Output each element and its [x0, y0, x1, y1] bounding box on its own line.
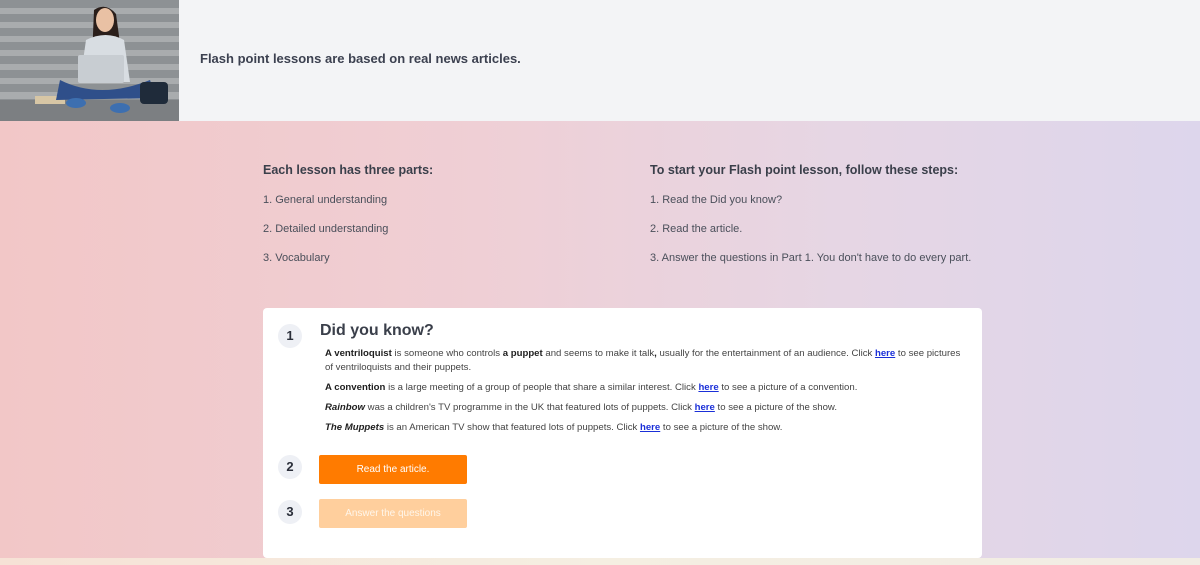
- did-you-know-facts: A ventriloquist is someone who controls …: [325, 347, 965, 441]
- fact-text: to see a picture of the show.: [660, 422, 783, 433]
- lesson-parts-heading: Each lesson has three parts:: [263, 163, 434, 177]
- here-link-muppets[interactable]: here: [640, 422, 660, 433]
- step-number-3: 3: [278, 500, 302, 524]
- fact-rainbow: Rainbow was a children's TV programme in…: [325, 401, 965, 415]
- lesson-parts-column: Each lesson has three parts: 1. General …: [263, 163, 623, 281]
- lesson-step-item: 1. Read the Did you know?: [650, 194, 783, 206]
- fact-text: and seems to make it talk: [542, 348, 655, 359]
- lesson-part-item: 3. Vocabulary: [263, 252, 330, 264]
- here-link-ventriloquist[interactable]: here: [875, 348, 895, 359]
- read-article-button[interactable]: Read the article.: [319, 455, 467, 484]
- fact-term: a puppet: [502, 348, 543, 359]
- fact-term: The Muppets: [325, 422, 385, 433]
- lesson-steps-heading: To start your Flash point lesson, follow…: [650, 163, 959, 177]
- lesson-part-item: 1. General understanding: [263, 194, 388, 206]
- lesson-step-item: 3. Answer the questions in Part 1. You d…: [650, 252, 972, 264]
- lesson-step-item: 2. Read the article.: [650, 223, 743, 235]
- here-link-rainbow[interactable]: here: [695, 402, 715, 413]
- fact-text: usually for the entertainment of an audi…: [656, 348, 875, 359]
- bottom-strip: [0, 558, 1200, 565]
- header-intro-text: Flash point lessons are based on real ne…: [200, 51, 521, 66]
- fact-ventriloquist: A ventriloquist is someone who controls …: [325, 347, 965, 375]
- fact-text: is an American TV show that featured lot…: [384, 422, 640, 433]
- fact-text: to see a picture of a convention.: [718, 382, 858, 393]
- fact-text: to see a picture of the show.: [714, 402, 837, 413]
- here-link-convention[interactable]: here: [698, 382, 718, 393]
- answer-questions-button[interactable]: Answer the questions: [319, 499, 467, 528]
- lesson-steps-card: 1 Did you know? A ventriloquist is someo…: [263, 308, 982, 558]
- page-header: Flash point lessons are based on real ne…: [0, 0, 1200, 121]
- fact-text: is a large meeting of a group of people …: [385, 382, 699, 393]
- did-you-know-title: Did you know?: [320, 322, 434, 339]
- fact-muppets: The Muppets is an American TV show that …: [325, 421, 965, 435]
- step-number-1: 1: [278, 324, 302, 348]
- lesson-steps-column: To start your Flash point lesson, follow…: [650, 163, 1010, 281]
- fact-convention: A convention is a large meeting of a gro…: [325, 381, 965, 395]
- fact-term: Rainbow: [325, 402, 365, 413]
- fact-term: A convention: [325, 382, 386, 393]
- person-with-laptop-photo: [0, 0, 179, 121]
- fact-term: A ventriloquist: [325, 348, 392, 359]
- fact-text: is someone who controls: [391, 348, 503, 359]
- fact-text: was a children's TV programme in the UK …: [364, 402, 695, 413]
- lesson-part-item: 2. Detailed understanding: [263, 223, 389, 235]
- step-number-2: 2: [278, 455, 302, 479]
